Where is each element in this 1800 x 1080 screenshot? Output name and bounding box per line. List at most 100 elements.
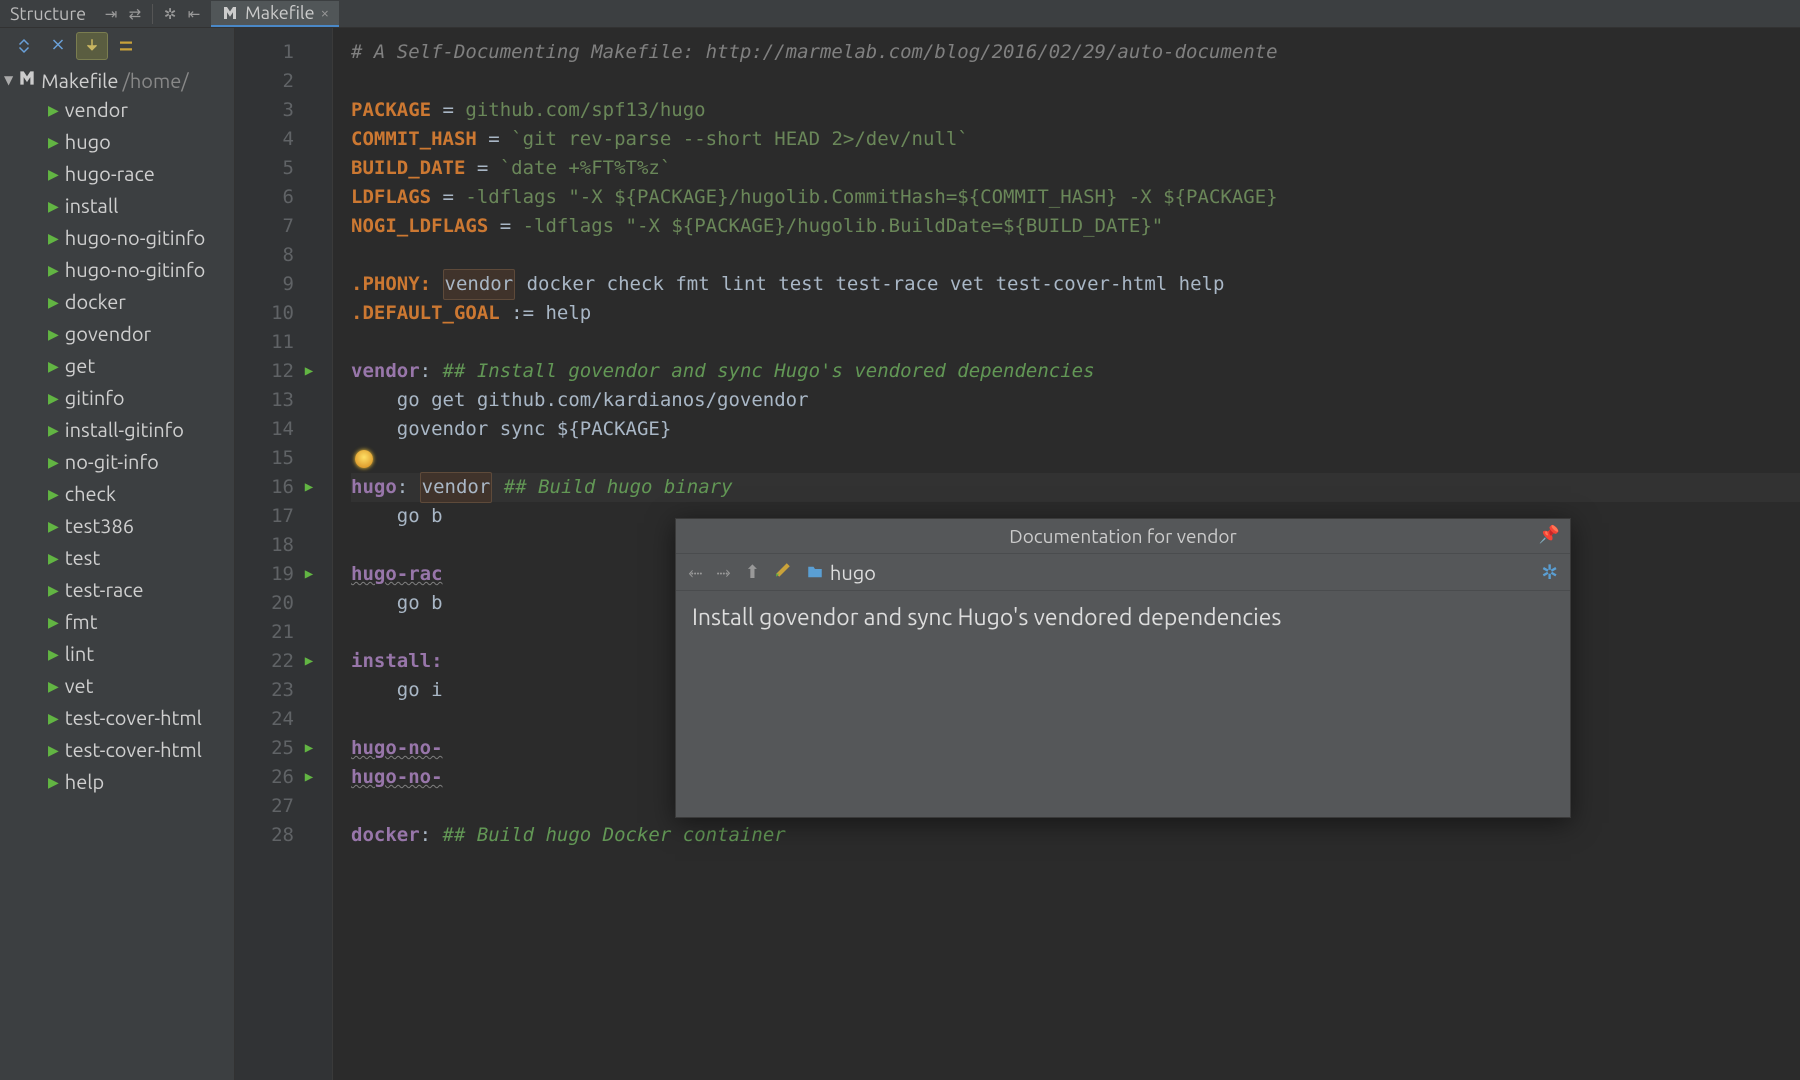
chevron-right-icon[interactable]: ▶ — [48, 478, 59, 510]
chevron-right-icon[interactable]: ▶ — [48, 318, 59, 350]
forward-icon[interactable]: ⤑ — [716, 562, 730, 583]
code-line[interactable]: NOGI_LDFLAGS = -ldflags "-X ${PACKAGE}/h… — [351, 212, 1800, 241]
intention-bulb-icon[interactable] — [355, 450, 373, 468]
code-line[interactable]: BUILD_DATE = `date +%FT%T%z` — [351, 154, 1800, 183]
gear-icon[interactable]: ✲ — [161, 5, 179, 23]
scroll-to-source-button[interactable] — [76, 32, 108, 60]
gutter-line[interactable]: 12▶ — [235, 357, 326, 386]
code-line[interactable] — [351, 328, 1800, 357]
sidebar-item-hugo-no-gitinfo[interactable]: ▶hugo-no-gitinfo — [48, 222, 234, 254]
hide-icon[interactable]: ⇤ — [185, 5, 203, 23]
code-line[interactable]: go get github.com/kardianos/govendor — [351, 386, 1800, 415]
gutter-line[interactable]: 9 — [235, 270, 326, 299]
sidebar-item-test386[interactable]: ▶test386 — [48, 510, 234, 542]
gutter-line[interactable]: 1 — [235, 38, 326, 67]
code-line[interactable]: .PHONY: vendor docker check fmt lint tes… — [351, 270, 1800, 299]
sidebar-item-test-race[interactable]: ▶test-race — [48, 574, 234, 606]
gutter-line[interactable]: 20 — [235, 589, 326, 618]
chevron-right-icon[interactable]: ▶ — [48, 158, 59, 190]
gutter[interactable]: 123456789101112▶13141516▶171819▶202122▶2… — [235, 28, 333, 1080]
gutter-line[interactable]: 10 — [235, 299, 326, 328]
chevron-right-icon[interactable]: ▶ — [48, 606, 59, 638]
sidebar-item-install[interactable]: ▶install — [48, 190, 234, 222]
run-target-icon[interactable]: ▶ — [302, 473, 316, 502]
pin-icon[interactable]: 📌 — [1539, 525, 1560, 545]
sidebar-item-test[interactable]: ▶test — [48, 542, 234, 574]
chevron-right-icon[interactable]: ▶ — [48, 414, 59, 446]
chevron-right-icon[interactable]: ▶ — [48, 222, 59, 254]
chevron-right-icon[interactable]: ▶ — [48, 350, 59, 382]
sidebar-item-help[interactable]: ▶help — [48, 766, 234, 798]
editor-area[interactable]: 123456789101112▶13141516▶171819▶202122▶2… — [235, 28, 1800, 1080]
sidebar-item-fmt[interactable]: ▶fmt — [48, 606, 234, 638]
code-line[interactable]: # A Self-Documenting Makefile: http://ma… — [351, 38, 1800, 67]
gutter-line[interactable]: 11 — [235, 328, 326, 357]
autoscroll-from-source-button[interactable] — [110, 32, 142, 60]
sidebar-item-hugo-no-gitinfo[interactable]: ▶hugo-no-gitinfo — [48, 254, 234, 286]
run-target-icon[interactable]: ▶ — [302, 763, 316, 792]
gutter-line[interactable]: 24 — [235, 705, 326, 734]
chevron-right-icon[interactable]: ▶ — [48, 446, 59, 478]
chevron-right-icon[interactable]: ▶ — [48, 638, 59, 670]
chevron-right-icon[interactable]: ▶ — [48, 542, 59, 574]
doc-breadcrumb[interactable]: hugo — [806, 561, 876, 584]
gutter-line[interactable]: 6 — [235, 183, 326, 212]
sidebar-item-test-cover-html[interactable]: ▶test-cover-html — [48, 734, 234, 766]
sidebar-item-vendor[interactable]: ▶vendor — [48, 94, 234, 126]
gutter-line[interactable]: 13 — [235, 386, 326, 415]
gutter-line[interactable]: 21 — [235, 618, 326, 647]
gear-icon[interactable]: ✲ — [1541, 560, 1558, 584]
sidebar-item-gitinfo[interactable]: ▶gitinfo — [48, 382, 234, 414]
gutter-line[interactable]: 3 — [235, 96, 326, 125]
tree-root-makefile[interactable]: ▼ Makefile /home/ — [0, 66, 234, 94]
chevron-right-icon[interactable]: ▶ — [48, 126, 59, 158]
structure-tree[interactable]: ▼ Makefile /home/ ▶vendor▶hugo▶hugo-race… — [0, 64, 234, 1080]
sidebar-item-lint[interactable]: ▶lint — [48, 638, 234, 670]
back-icon[interactable]: ⬸ — [688, 562, 702, 583]
gutter-line[interactable]: 2 — [235, 67, 326, 96]
chevron-right-icon[interactable]: ▶ — [48, 670, 59, 702]
gutter-line[interactable]: 7 — [235, 212, 326, 241]
code-line[interactable]: govendor sync ${PACKAGE} — [351, 415, 1800, 444]
run-target-icon[interactable]: ▶ — [302, 647, 316, 676]
gutter-line[interactable]: 22▶ — [235, 647, 326, 676]
code-line[interactable]: COMMIT_HASH = `git rev-parse --short HEA… — [351, 125, 1800, 154]
sidebar-item-install-gitinfo[interactable]: ▶install-gitinfo — [48, 414, 234, 446]
gutter-line[interactable]: 4 — [235, 125, 326, 154]
run-target-icon[interactable]: ▶ — [302, 357, 316, 386]
code-line[interactable]: LDFLAGS = -ldflags "-X ${PACKAGE}/hugoli… — [351, 183, 1800, 212]
code-line[interactable] — [351, 67, 1800, 96]
code-line[interactable] — [351, 444, 1800, 473]
chevron-down-icon[interactable]: ▼ — [4, 73, 13, 87]
sidebar-item-no-git-info[interactable]: ▶no-git-info — [48, 446, 234, 478]
chevron-right-icon[interactable]: ▶ — [48, 94, 59, 126]
gutter-line[interactable]: 14 — [235, 415, 326, 444]
edit-source-icon[interactable] — [774, 561, 792, 583]
sidebar-item-govendor[interactable]: ▶govendor — [48, 318, 234, 350]
sidebar-item-docker[interactable]: ▶docker — [48, 286, 234, 318]
code-line[interactable]: docker: ## Build hugo Docker container — [351, 821, 1800, 850]
gutter-line[interactable]: 17 — [235, 502, 326, 531]
chevron-right-icon[interactable]: ▶ — [48, 510, 59, 542]
sidebar-item-test-cover-html[interactable]: ▶test-cover-html — [48, 702, 234, 734]
close-icon[interactable]: × — [321, 4, 329, 21]
sidebar-item-get[interactable]: ▶get — [48, 350, 234, 382]
autoscroll-icon[interactable]: ⇄ — [126, 5, 144, 23]
run-target-icon[interactable]: ▶ — [302, 560, 316, 589]
up-icon[interactable]: ⬆ — [745, 562, 760, 583]
gutter-line[interactable]: 16▶ — [235, 473, 326, 502]
gutter-line[interactable]: 25▶ — [235, 734, 326, 763]
chevron-right-icon[interactable]: ▶ — [48, 702, 59, 734]
sidebar-item-vet[interactable]: ▶vet — [48, 670, 234, 702]
chevron-right-icon[interactable]: ▶ — [48, 574, 59, 606]
run-target-icon[interactable]: ▶ — [302, 734, 316, 763]
collapse-all-button[interactable] — [42, 32, 74, 60]
gutter-line[interactable]: 8 — [235, 241, 326, 270]
expand-all-button[interactable] — [8, 32, 40, 60]
gutter-line[interactable]: 26▶ — [235, 763, 326, 792]
gutter-line[interactable]: 19▶ — [235, 560, 326, 589]
gutter-line[interactable]: 23 — [235, 676, 326, 705]
chevron-right-icon[interactable]: ▶ — [48, 382, 59, 414]
chevron-right-icon[interactable]: ▶ — [48, 254, 59, 286]
gutter-line[interactable]: 28 — [235, 821, 326, 850]
